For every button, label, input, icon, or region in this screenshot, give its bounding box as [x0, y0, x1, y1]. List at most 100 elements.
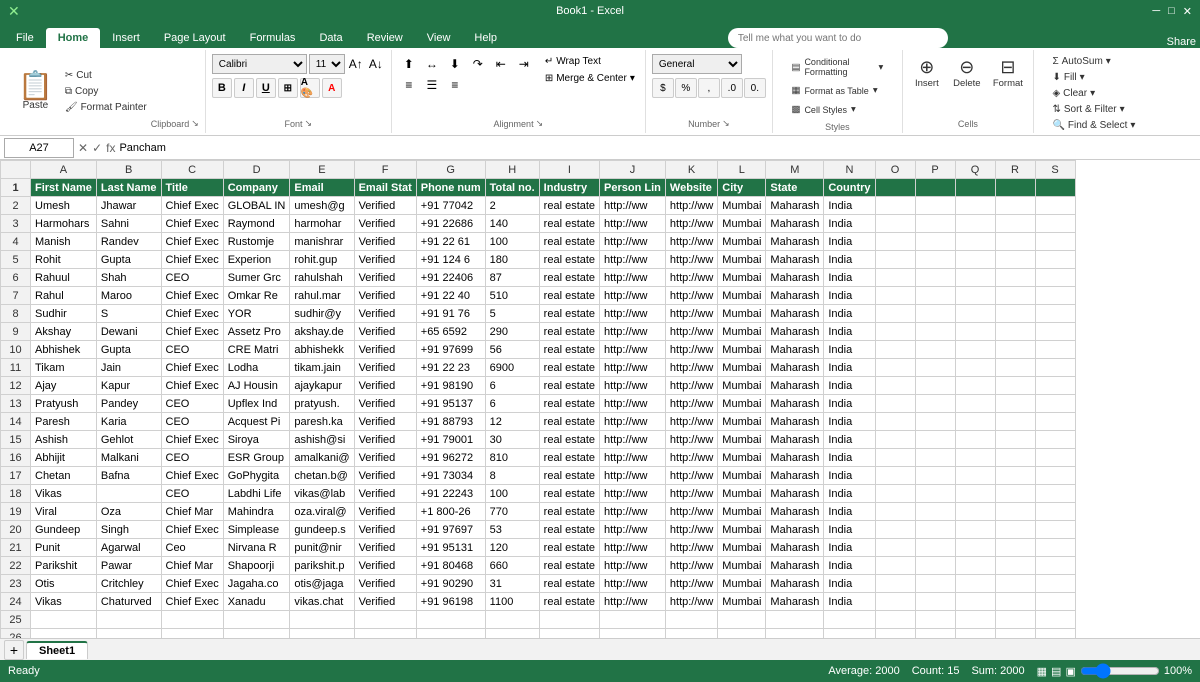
cell[interactable]: Paresh	[31, 413, 97, 431]
cell[interactable]: 120	[485, 539, 539, 557]
cell[interactable]: Maharash	[766, 503, 824, 521]
empty-cell[interactable]	[955, 323, 995, 341]
cell[interactable]: India	[824, 233, 875, 251]
wrap-text-button[interactable]: ↵ Wrap Text	[541, 54, 639, 69]
align-left-button[interactable]: ≡	[398, 75, 420, 95]
cell[interactable]: Verified	[354, 503, 416, 521]
cell[interactable]: Rahuul	[31, 269, 97, 287]
cell[interactable]: +91 97697	[416, 521, 485, 539]
cell[interactable]: Ajay	[31, 377, 97, 395]
cell[interactable]: Maharash	[766, 539, 824, 557]
empty-cell[interactable]	[1035, 269, 1075, 287]
col-header-Q[interactable]: Q	[955, 161, 995, 179]
cell[interactable]: Jagaha.co	[223, 575, 290, 593]
cell[interactable]: pratyush.	[290, 395, 354, 413]
header-cell-13[interactable]: Country	[824, 179, 875, 197]
cell[interactable]: CEO	[161, 341, 223, 359]
cell[interactable]: India	[824, 359, 875, 377]
cell[interactable]: India	[824, 377, 875, 395]
cell[interactable]: Acquest Pi	[223, 413, 290, 431]
empty-cell[interactable]	[915, 215, 955, 233]
cell[interactable]: Pratyush	[31, 395, 97, 413]
col-header-I[interactable]: I	[539, 161, 599, 179]
empty-cell[interactable]	[995, 521, 1035, 539]
close-btn[interactable]: ✕	[1183, 5, 1192, 18]
cell[interactable]: Agarwal	[96, 539, 161, 557]
cell[interactable]: CEO	[161, 449, 223, 467]
empty-cell[interactable]	[875, 215, 915, 233]
cell[interactable]: http://ww	[600, 215, 666, 233]
underline-button[interactable]: U	[256, 78, 276, 98]
cell[interactable]: http://ww	[600, 467, 666, 485]
cell[interactable]: 12	[485, 413, 539, 431]
empty-cell[interactable]	[915, 287, 955, 305]
cell[interactable]: gundeep.s	[290, 521, 354, 539]
format-table-button[interactable]: ▦ Format as Table ▾	[787, 82, 881, 99]
cell[interactable]: Umesh	[31, 197, 97, 215]
format-painter-button[interactable]: 🖌 Format Painter	[61, 100, 151, 115]
cell[interactable]: Verified	[354, 305, 416, 323]
cell[interactable]: http://ww	[600, 395, 666, 413]
cell[interactable]: Upflex Ind	[223, 395, 290, 413]
empty-cell[interactable]	[915, 575, 955, 593]
empty-cell[interactable]	[875, 467, 915, 485]
empty-cell[interactable]	[915, 269, 955, 287]
cell[interactable]: 6	[485, 377, 539, 395]
cell[interactable]: http://ww	[665, 197, 717, 215]
cell[interactable]: http://ww	[600, 575, 666, 593]
fill-color-button[interactable]: A🎨	[300, 78, 320, 98]
cell[interactable]: 87	[485, 269, 539, 287]
cell[interactable]: +91 73034	[416, 467, 485, 485]
cell[interactable]: Maharash	[766, 575, 824, 593]
cell[interactable]: Chief Exec	[161, 215, 223, 233]
cell[interactable]: Manish	[31, 233, 97, 251]
cell[interactable]: 660	[485, 557, 539, 575]
cell[interactable]: real estate	[539, 305, 599, 323]
cell[interactable]: Malkani	[96, 449, 161, 467]
empty-cell[interactable]	[915, 359, 955, 377]
cell[interactable]: Rohit	[31, 251, 97, 269]
empty-cell[interactable]	[1035, 575, 1075, 593]
cell[interactable]: http://ww	[665, 449, 717, 467]
add-sheet-button[interactable]: +	[4, 640, 24, 660]
header-cell-4[interactable]: Email	[290, 179, 354, 197]
cell[interactable]: Jain	[96, 359, 161, 377]
cell[interactable]: Verified	[354, 323, 416, 341]
empty-cell[interactable]	[915, 341, 955, 359]
cell[interactable]: India	[824, 467, 875, 485]
empty-cell[interactable]	[1035, 413, 1075, 431]
empty-cell[interactable]	[915, 521, 955, 539]
cell[interactable]: 510	[485, 287, 539, 305]
empty-cell[interactable]	[995, 341, 1035, 359]
tab-view[interactable]: View	[415, 28, 463, 48]
empty-cell[interactable]	[1035, 539, 1075, 557]
cell[interactable]: Chief Exec	[161, 377, 223, 395]
number-format-select[interactable]: General Number Currency Percentage	[652, 54, 742, 74]
cell[interactable]: Mumbai	[718, 251, 766, 269]
cell[interactable]: 2	[485, 197, 539, 215]
empty-cell[interactable]	[915, 467, 955, 485]
cell[interactable]: harmohar	[290, 215, 354, 233]
tab-help[interactable]: Help	[462, 28, 509, 48]
empty-cell[interactable]	[955, 521, 995, 539]
cell[interactable]: rohit.gup	[290, 251, 354, 269]
empty-cell[interactable]	[995, 269, 1035, 287]
font-name-select[interactable]: Calibri	[212, 54, 307, 74]
empty-cell[interactable]	[354, 629, 416, 639]
empty-header-16[interactable]	[955, 179, 995, 197]
cell[interactable]: real estate	[539, 557, 599, 575]
cell[interactable]: real estate	[539, 503, 599, 521]
cell[interactable]: Otis	[31, 575, 97, 593]
cell[interactable]: http://ww	[600, 521, 666, 539]
cell[interactable]: Mahindra	[223, 503, 290, 521]
cell[interactable]: Critchley	[96, 575, 161, 593]
cell[interactable]: Simplease	[223, 521, 290, 539]
cell[interactable]: real estate	[539, 575, 599, 593]
empty-cell[interactable]	[915, 629, 955, 639]
delete-button[interactable]: ⊖ Delete	[949, 54, 985, 92]
header-cell-10[interactable]: Website	[665, 179, 717, 197]
italic-button[interactable]: I	[234, 78, 254, 98]
tab-page-layout[interactable]: Page Layout	[152, 28, 238, 48]
font-expand-icon[interactable]: ↘	[305, 118, 313, 129]
indent-increase-button[interactable]: ⇥	[513, 54, 535, 74]
